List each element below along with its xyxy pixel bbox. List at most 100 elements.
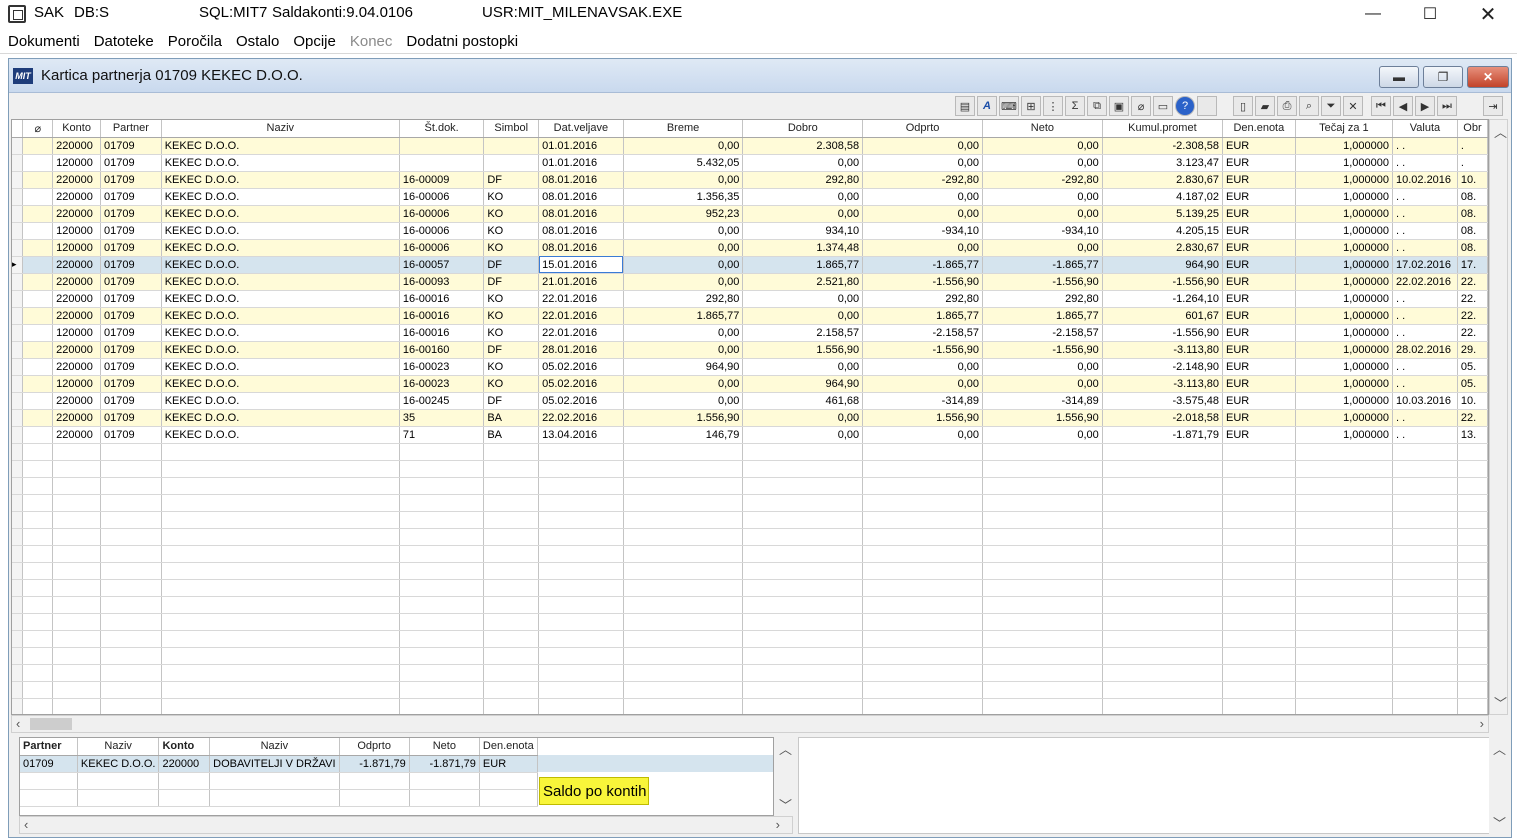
empty-row[interactable] (12, 562, 1488, 580)
cell[interactable] (483, 579, 540, 597)
cell[interactable]: 5.139,25 (1102, 205, 1224, 223)
cell[interactable] (1392, 613, 1458, 631)
cell[interactable]: 0,00 (623, 239, 744, 257)
cell[interactable] (742, 664, 864, 682)
cell[interactable] (1392, 698, 1458, 714)
cell[interactable]: 0,00 (742, 409, 864, 427)
cell[interactable]: 934,10 (742, 222, 864, 240)
cell[interactable]: 21.01.2016 (538, 273, 624, 291)
cell[interactable] (1102, 698, 1224, 714)
cell[interactable] (483, 528, 540, 546)
cell[interactable] (1102, 579, 1224, 597)
cell[interactable]: 2.830,67 (1102, 239, 1224, 257)
cell[interactable] (742, 443, 864, 461)
summary-column-header[interactable]: Konto (158, 738, 211, 756)
cell[interactable]: EUR (1222, 205, 1296, 223)
cell[interactable] (161, 528, 400, 546)
cell[interactable] (161, 511, 400, 529)
cell[interactable] (1295, 562, 1393, 580)
cell[interactable]: 1,000000 (1295, 137, 1393, 155)
sum-icon[interactable]: Σ (1065, 96, 1085, 116)
cell[interactable]: 0,00 (982, 239, 1103, 257)
cell[interactable]: 0,00 (742, 290, 864, 308)
cell[interactable]: 1,000000 (1295, 324, 1393, 342)
cell[interactable] (623, 698, 744, 714)
cell[interactable]: -314,89 (862, 392, 983, 410)
cell[interactable]: -1.556,90 (1102, 273, 1224, 291)
clear-filter-icon[interactable]: ✕ (1343, 96, 1363, 116)
cell[interactable] (862, 647, 983, 665)
cell[interactable] (399, 681, 485, 699)
cell[interactable] (1457, 613, 1488, 631)
cell[interactable]: 1,000000 (1295, 205, 1393, 223)
cell[interactable]: EUR (1222, 358, 1296, 376)
cell[interactable] (982, 681, 1103, 699)
cell[interactable] (399, 596, 485, 614)
cell[interactable] (1392, 664, 1458, 682)
cell[interactable] (1457, 698, 1488, 714)
summary-column-header[interactable]: Naziv (209, 738, 340, 756)
cell[interactable]: 4.205,15 (1102, 222, 1224, 240)
cell[interactable] (1295, 596, 1393, 614)
cell[interactable]: 2.308,58 (742, 137, 864, 155)
cell[interactable] (52, 596, 102, 614)
summary-cell[interactable]: -1.871,79 (339, 755, 410, 773)
cell[interactable] (862, 460, 983, 478)
cell[interactable]: 0,00 (742, 205, 864, 223)
cell[interactable] (623, 477, 744, 495)
cell[interactable] (1102, 528, 1224, 546)
cell[interactable] (742, 528, 864, 546)
cell[interactable]: 17. (1457, 256, 1488, 274)
cell[interactable]: -1.871,79 (1102, 426, 1224, 444)
cell[interactable]: 16-00057 (399, 256, 485, 274)
cell[interactable] (52, 579, 102, 597)
minimize-button[interactable]: — (1350, 0, 1396, 28)
cell[interactable]: KO (483, 358, 540, 376)
cell[interactable] (982, 562, 1103, 580)
cell[interactable] (1222, 494, 1296, 512)
table-row[interactable]: 120000 01709 KEKEC D.O.O. 01.01.2016 5.432,0… (12, 154, 1488, 172)
cell[interactable]: KEKEC D.O.O. (161, 290, 400, 308)
cell[interactable] (52, 562, 102, 580)
summary-cell[interactable] (158, 772, 211, 790)
cell[interactable] (742, 613, 864, 631)
cell[interactable] (1295, 630, 1393, 648)
cell[interactable] (399, 562, 485, 580)
folder-icon[interactable]: ▰ (1255, 96, 1275, 116)
cell[interactable]: EUR (1222, 341, 1296, 359)
scroll-thumb[interactable] (30, 718, 72, 730)
cell[interactable] (862, 596, 983, 614)
cell[interactable] (862, 477, 983, 495)
cell[interactable]: 220000 (52, 392, 102, 410)
cell[interactable]: 05. (1457, 358, 1488, 376)
cell[interactable]: -1.556,90 (982, 341, 1103, 359)
cell[interactable] (982, 664, 1103, 682)
cell[interactable]: 08.01.2016 (538, 205, 624, 223)
empty-row[interactable] (12, 613, 1488, 631)
cell[interactable] (161, 562, 400, 580)
cell[interactable] (1295, 494, 1393, 512)
column-header[interactable]: Breme (623, 120, 744, 138)
cell[interactable]: 220000 (52, 256, 102, 274)
cell[interactable]: 0,00 (623, 392, 744, 410)
summary-column-header[interactable]: Neto (409, 738, 480, 756)
summary-column-header[interactable]: Partner (20, 738, 78, 756)
table-row[interactable]: 220000 01709 KEKEC D.O.O. 16-00009 DF 08.01.2… (12, 171, 1488, 189)
summary-cell[interactable] (479, 789, 538, 807)
cell[interactable]: 0,00 (742, 154, 864, 172)
cell[interactable] (399, 579, 485, 597)
summary-cell[interactable] (339, 772, 410, 790)
cell[interactable] (483, 596, 540, 614)
cell[interactable] (483, 137, 540, 155)
column-header[interactable]: Dobro (742, 120, 864, 138)
cell[interactable] (1222, 596, 1296, 614)
cell[interactable]: . . (1392, 307, 1458, 325)
cell[interactable] (1457, 664, 1488, 682)
cell[interactable]: 0,00 (623, 256, 744, 274)
cell[interactable]: 08. (1457, 222, 1488, 240)
cell[interactable]: -1.556,90 (982, 273, 1103, 291)
cell[interactable] (52, 630, 102, 648)
cell[interactable]: KO (483, 222, 540, 240)
cell[interactable]: KEKEC D.O.O. (161, 171, 400, 189)
cell[interactable] (982, 579, 1103, 597)
